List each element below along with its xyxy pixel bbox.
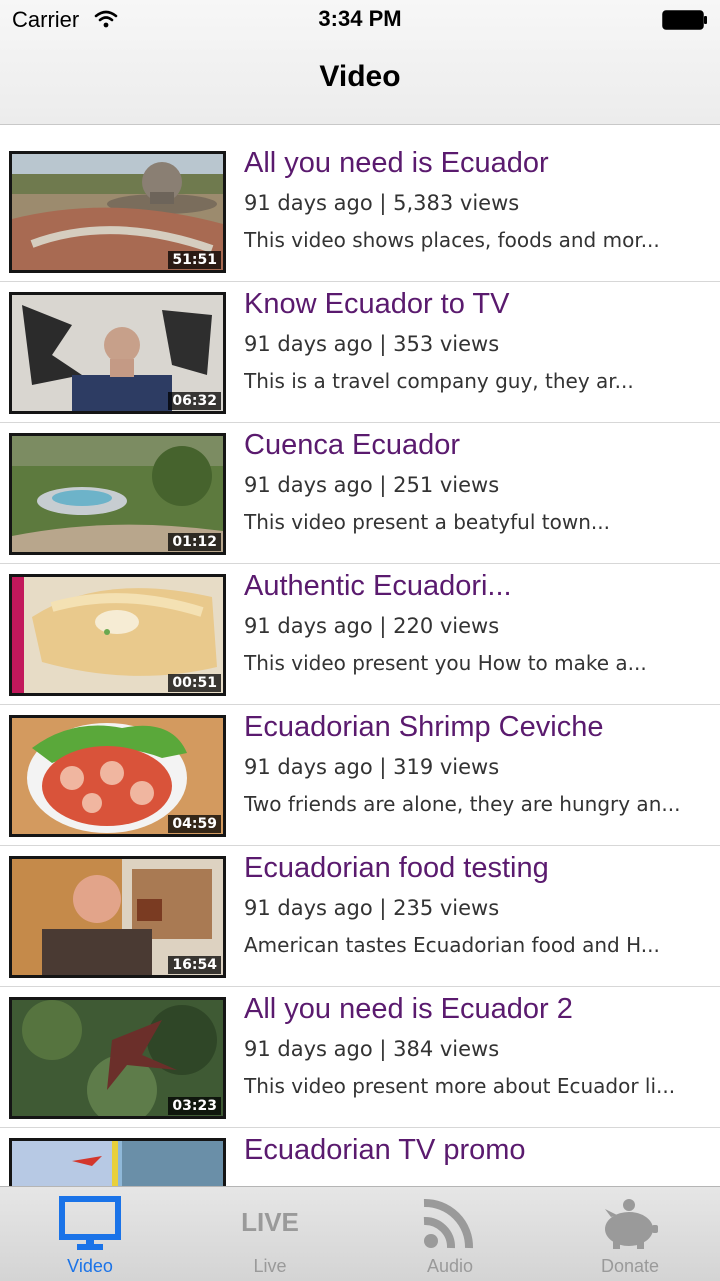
video-row[interactable]: 16:54 Ecuadorian food testing 91 days ag… xyxy=(0,846,720,987)
video-row[interactable]: 00:51 Authentic Ecuadori... 91 days ago … xyxy=(0,564,720,705)
tab-donate[interactable]: Donate xyxy=(540,1187,720,1281)
video-title[interactable]: Ecuadorian TV promo xyxy=(244,1134,714,1167)
monitor-icon xyxy=(59,1196,121,1250)
video-description: This video present you How to make a... xyxy=(244,651,647,675)
video-duration: 01:12 xyxy=(168,533,221,551)
video-title[interactable]: Ecuadorian food testing xyxy=(244,852,714,885)
video-thumbnail[interactable]: 06:32 xyxy=(9,292,226,414)
video-thumbnail[interactable] xyxy=(9,1138,226,1186)
video-meta: 91 days ago | 5,383 views xyxy=(244,191,520,215)
tab-label: Audio xyxy=(426,1256,474,1276)
video-row[interactable]: Ecuadorian TV promo xyxy=(0,1128,720,1186)
video-thumbnail[interactable]: 03:23 xyxy=(9,997,226,1119)
video-title[interactable]: Ecuadorian Shrimp Ceviche xyxy=(244,711,714,744)
status-time: 3:34 PM xyxy=(318,6,402,31)
video-title[interactable]: Authentic Ecuadori... xyxy=(244,570,714,603)
video-duration: 00:51 xyxy=(168,674,221,692)
video-duration: 03:23 xyxy=(168,1097,221,1115)
page-title: Video xyxy=(319,60,401,93)
video-list[interactable]: 51:51 All you need is Ecuador 91 days ag… xyxy=(0,141,720,1186)
video-thumbnail[interactable]: 01:12 xyxy=(9,433,226,555)
video-row[interactable]: 06:32 Know Ecuador to TV 91 days ago | 3… xyxy=(0,282,720,423)
video-meta: 91 days ago | 235 views xyxy=(244,896,500,920)
tab-label: Live xyxy=(253,1256,287,1276)
svg-text:LIVE: LIVE xyxy=(241,1207,299,1237)
tab-video[interactable]: Video xyxy=(0,1187,180,1281)
video-description: This video shows places, foods and mor..… xyxy=(244,228,660,252)
video-thumbnail[interactable]: 00:51 xyxy=(9,574,226,696)
video-row[interactable]: 51:51 All you need is Ecuador 91 days ag… xyxy=(0,141,720,282)
video-meta: 91 days ago | 319 views xyxy=(244,755,500,779)
tab-label: Video xyxy=(67,1256,113,1276)
video-meta: 91 days ago | 353 views xyxy=(244,332,500,356)
video-duration: 51:51 xyxy=(168,251,221,269)
video-title[interactable]: All you need is Ecuador xyxy=(244,147,714,180)
video-description: This video present more about Ecuador li… xyxy=(244,1074,676,1098)
rss-icon xyxy=(423,1198,474,1249)
video-meta: 91 days ago | 220 views xyxy=(244,614,500,638)
video-title[interactable]: Cuenca Ecuador xyxy=(244,429,714,462)
video-description: This is a travel company guy, they ar... xyxy=(244,369,634,393)
tab-live[interactable]: LIVE Live xyxy=(180,1187,360,1281)
tab-audio[interactable]: Audio xyxy=(360,1187,540,1281)
battery-icon xyxy=(662,10,707,30)
video-row[interactable]: 04:59 Ecuadorian Shrimp Ceviche 91 days … xyxy=(0,705,720,846)
top-chrome: Carrier 3:34 PM Video xyxy=(0,0,720,125)
video-meta: 91 days ago | 384 views xyxy=(244,1037,500,1061)
tab-label: Donate xyxy=(600,1256,660,1276)
video-duration: 06:32 xyxy=(168,392,221,410)
video-description: Two friends are alone, they are hungry a… xyxy=(244,792,681,816)
video-row[interactable]: 03:23 All you need is Ecuador 2 91 days … xyxy=(0,987,720,1128)
video-title[interactable]: All you need is Ecuador 2 xyxy=(244,993,714,1026)
video-description: American tastes Ecuadorian food and H... xyxy=(244,933,660,957)
live-text-icon: LIVE xyxy=(241,1207,299,1237)
piggy-bank-icon xyxy=(605,1199,658,1249)
video-duration: 04:59 xyxy=(168,815,221,833)
video-thumbnail[interactable]: 04:59 xyxy=(9,715,226,837)
video-duration: 16:54 xyxy=(168,956,221,974)
thumbnail-image xyxy=(12,1141,223,1186)
video-thumbnail[interactable]: 16:54 xyxy=(9,856,226,978)
video-row[interactable]: 01:12 Cuenca Ecuador 91 days ago | 251 v… xyxy=(0,423,720,564)
tab-bar: Video LIVE Live Audio Donate xyxy=(0,1186,720,1281)
status-bar: Carrier 3:34 PM xyxy=(0,0,720,40)
video-meta: 91 days ago | 251 views xyxy=(244,473,500,497)
video-title[interactable]: Know Ecuador to TV xyxy=(244,288,714,321)
video-description: This video present a beatyful town... xyxy=(244,510,610,534)
video-thumbnail[interactable]: 51:51 xyxy=(9,151,226,273)
